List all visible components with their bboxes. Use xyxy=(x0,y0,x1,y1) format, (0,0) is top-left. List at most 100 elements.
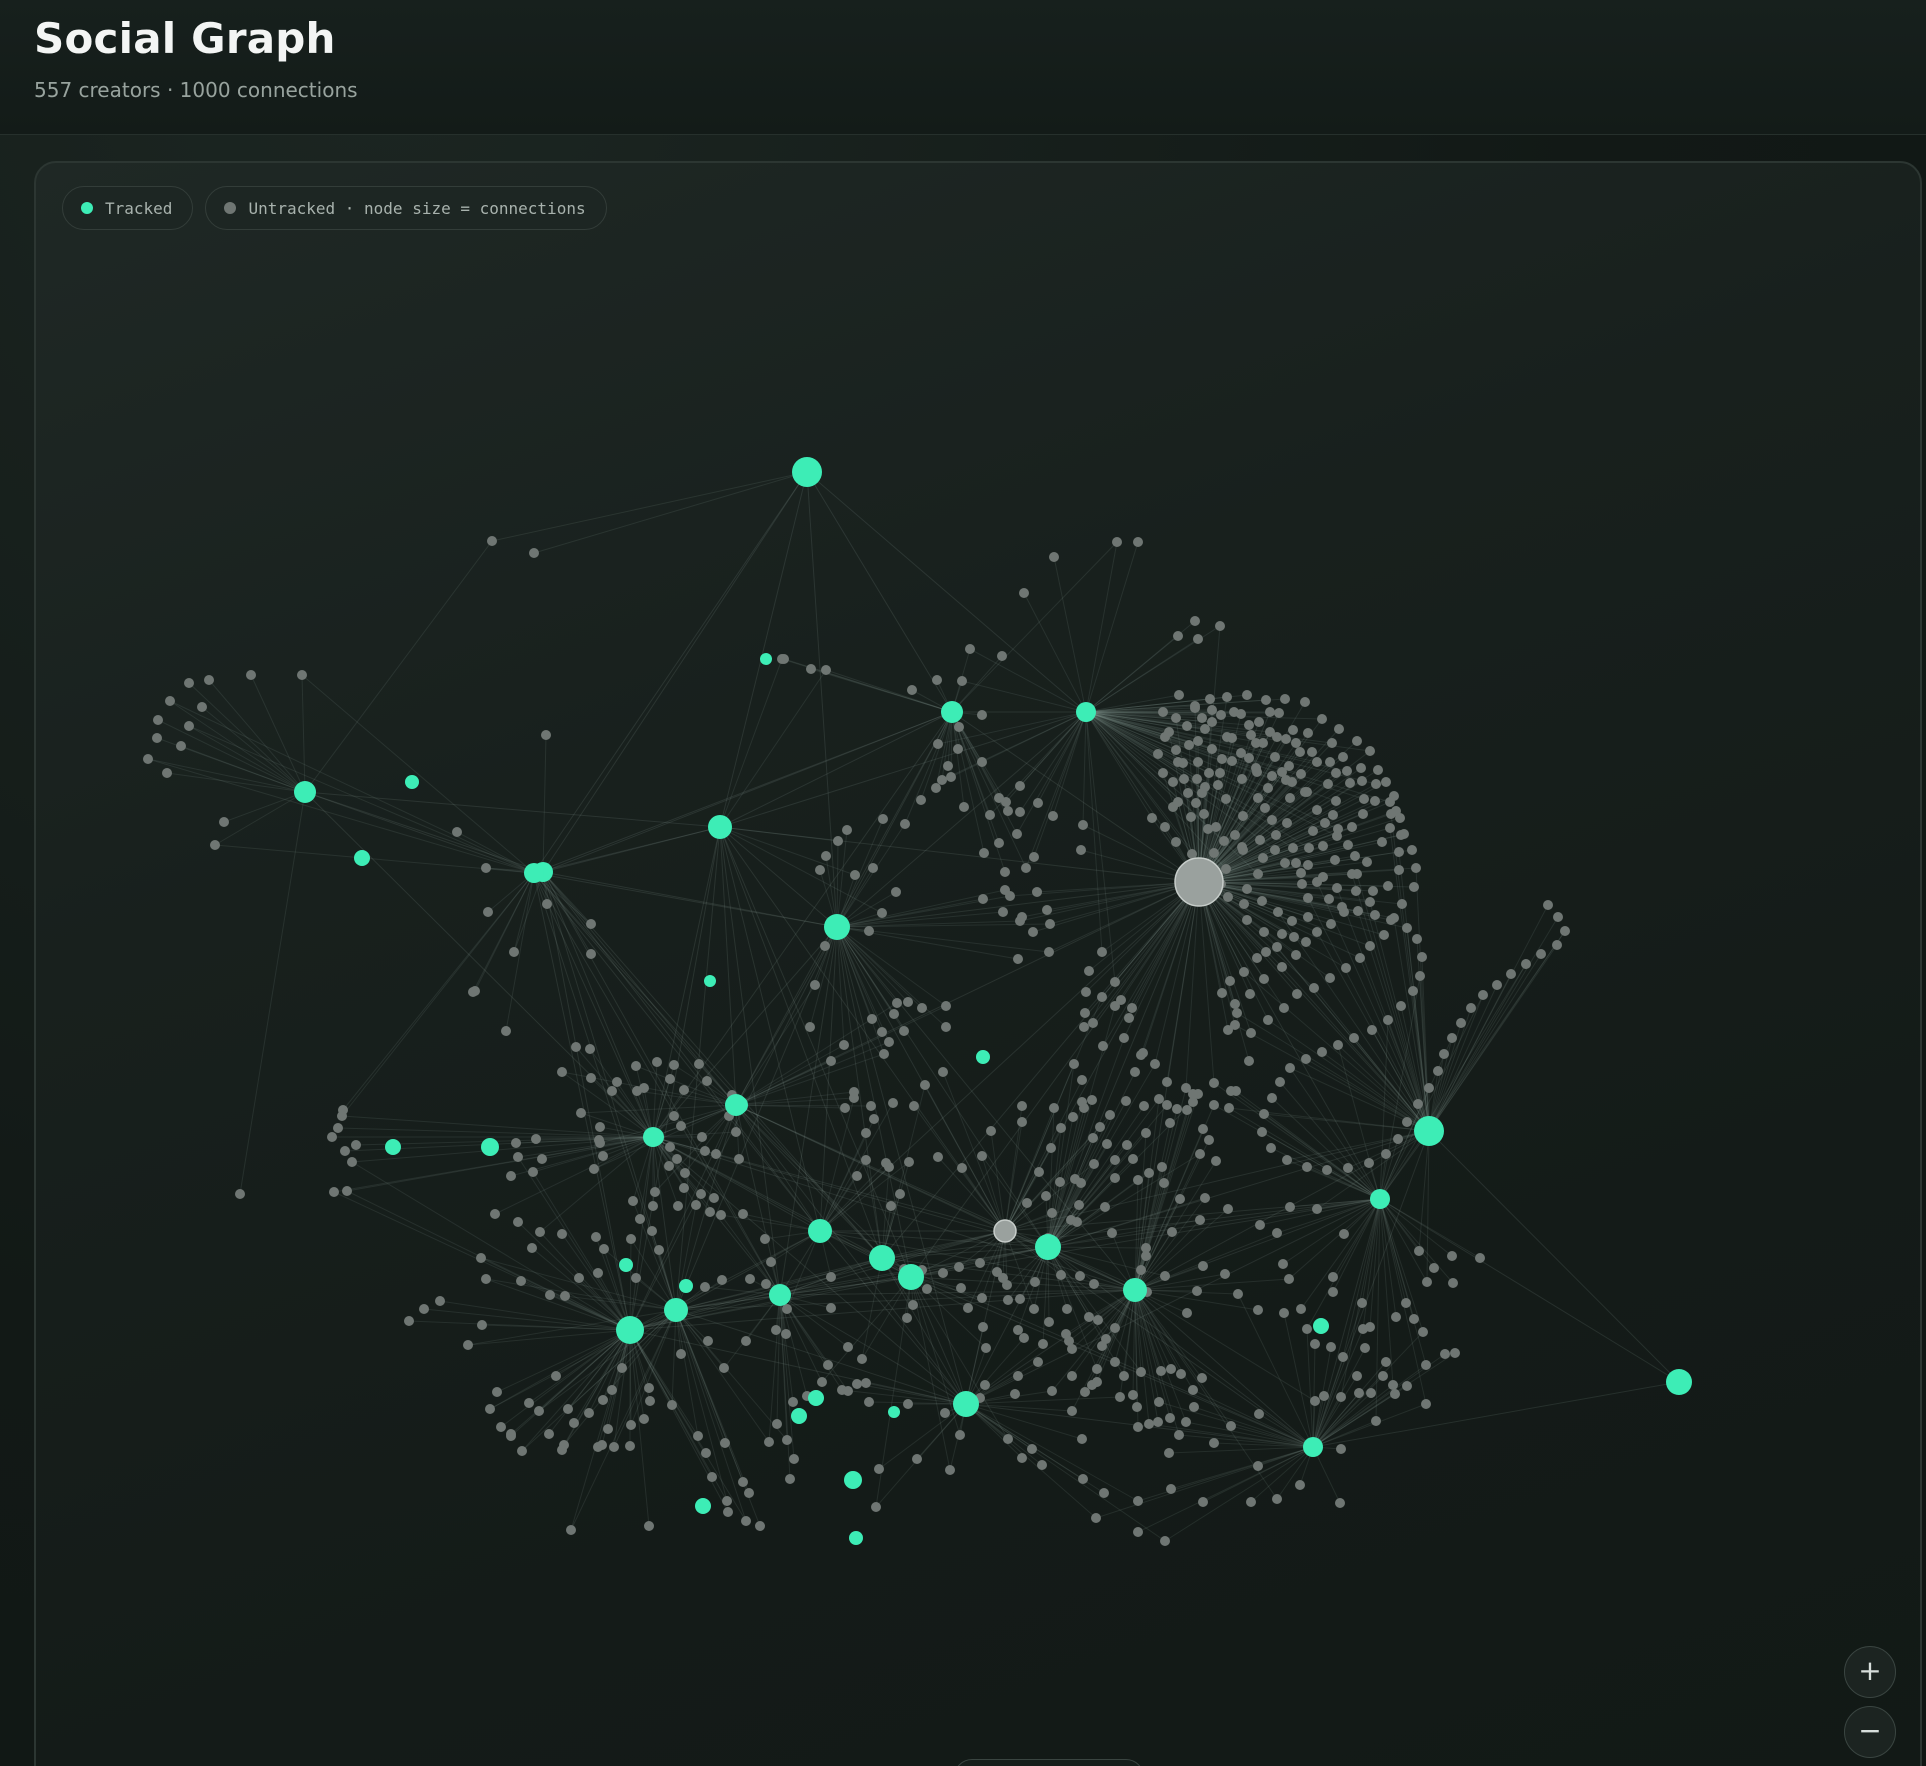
untracked-node[interactable] xyxy=(1360,1343,1370,1353)
untracked-node[interactable] xyxy=(719,1363,729,1373)
untracked-node[interactable] xyxy=(1345,778,1355,788)
untracked-node[interactable] xyxy=(1182,721,1192,731)
untracked-node[interactable] xyxy=(943,761,953,771)
untracked-node[interactable] xyxy=(1365,897,1375,907)
untracked-node[interactable] xyxy=(1447,1033,1457,1043)
untracked-node[interactable] xyxy=(419,1304,429,1314)
tracked-node[interactable] xyxy=(695,1498,711,1514)
untracked-node[interactable] xyxy=(1095,1122,1105,1132)
untracked-node[interactable] xyxy=(1560,926,1570,936)
untracked-node[interactable] xyxy=(1267,1093,1277,1103)
tracked-node[interactable] xyxy=(769,1284,791,1306)
untracked-node[interactable] xyxy=(1166,1364,1176,1374)
untracked-node[interactable] xyxy=(878,814,888,824)
untracked-node[interactable] xyxy=(1097,1341,1107,1351)
untracked-node[interactable] xyxy=(626,1234,636,1244)
untracked-node[interactable] xyxy=(534,1406,544,1416)
untracked-node[interactable] xyxy=(902,1313,912,1323)
untracked-node[interactable] xyxy=(741,1336,751,1346)
untracked-node[interactable] xyxy=(1242,884,1252,894)
untracked-node[interactable] xyxy=(1190,616,1200,626)
untracked-node[interactable] xyxy=(1171,837,1181,847)
untracked-node[interactable] xyxy=(342,1186,352,1196)
untracked-node[interactable] xyxy=(340,1146,350,1156)
untracked-node[interactable] xyxy=(1327,738,1337,748)
untracked-node[interactable] xyxy=(1002,1280,1012,1290)
untracked-node[interactable] xyxy=(1244,720,1254,730)
untracked-node[interactable] xyxy=(1231,1086,1241,1096)
untracked-node[interactable] xyxy=(1084,1312,1094,1322)
untracked-node[interactable] xyxy=(1414,1246,1424,1256)
untracked-node[interactable] xyxy=(916,795,926,805)
untracked-node[interactable] xyxy=(1336,1392,1346,1402)
untracked-node[interactable] xyxy=(1110,1323,1120,1333)
untracked-node[interactable] xyxy=(1356,763,1366,773)
untracked-node[interactable] xyxy=(1288,725,1298,735)
untracked-node[interactable] xyxy=(1220,1269,1230,1279)
untracked-node[interactable] xyxy=(676,1121,686,1131)
untracked-node[interactable] xyxy=(766,1257,776,1267)
untracked-node[interactable] xyxy=(1338,1352,1348,1362)
untracked-node[interactable] xyxy=(1233,1289,1243,1299)
untracked-node[interactable] xyxy=(1029,1304,1039,1314)
untracked-node[interactable] xyxy=(1456,1018,1466,1028)
untracked-node[interactable] xyxy=(1553,912,1563,922)
untracked-node[interactable] xyxy=(1312,877,1322,887)
untracked-node[interactable] xyxy=(840,1103,850,1113)
untracked-node[interactable] xyxy=(1205,694,1215,704)
untracked-node[interactable] xyxy=(1097,992,1107,1002)
untracked-node[interactable] xyxy=(691,1200,701,1210)
untracked-node[interactable] xyxy=(1193,736,1203,746)
untracked-node[interactable] xyxy=(932,675,942,685)
untracked-node[interactable] xyxy=(1121,1096,1131,1106)
untracked-node[interactable] xyxy=(327,1132,337,1142)
untracked-node[interactable] xyxy=(210,840,220,850)
untracked-node[interactable] xyxy=(665,1074,675,1084)
untracked-node[interactable] xyxy=(537,1154,547,1164)
bottom-drawer-handle[interactable] xyxy=(954,1759,1144,1766)
untracked-node[interactable] xyxy=(1259,974,1269,984)
tracked-node[interactable] xyxy=(679,1279,693,1293)
untracked-node[interactable] xyxy=(1227,756,1237,766)
untracked-node[interactable] xyxy=(1466,1003,1476,1013)
untracked-node[interactable] xyxy=(1272,942,1282,952)
tracked-node[interactable] xyxy=(708,815,732,839)
untracked-node[interactable] xyxy=(1193,757,1203,767)
tracked-node[interactable] xyxy=(294,781,316,803)
untracked-node[interactable] xyxy=(761,1279,771,1289)
untracked-node[interactable] xyxy=(1312,1204,1322,1214)
untracked-node[interactable] xyxy=(1122,1140,1132,1150)
untracked-node[interactable] xyxy=(744,1488,754,1498)
untracked-node[interactable] xyxy=(1291,950,1301,960)
tracked-node[interactable] xyxy=(849,1531,863,1545)
tracked-node[interactable] xyxy=(808,1219,832,1243)
untracked-node[interactable] xyxy=(1119,1371,1129,1381)
untracked-node[interactable] xyxy=(1289,932,1299,942)
untracked-node[interactable] xyxy=(1032,887,1042,897)
untracked-node[interactable] xyxy=(945,1465,955,1475)
untracked-node[interactable] xyxy=(435,1296,445,1306)
untracked-node[interactable] xyxy=(1067,1344,1077,1354)
untracked-node[interactable] xyxy=(805,1022,815,1032)
untracked-node[interactable] xyxy=(593,1442,603,1452)
untracked-node[interactable] xyxy=(1056,1270,1066,1280)
untracked-node[interactable] xyxy=(1215,621,1225,631)
untracked-node[interactable] xyxy=(1242,690,1252,700)
untracked-node[interactable] xyxy=(1328,1272,1338,1282)
untracked-node[interactable] xyxy=(1199,809,1209,819)
tracked-node[interactable] xyxy=(1123,1278,1147,1302)
untracked-node[interactable] xyxy=(1158,768,1168,778)
untracked-node[interactable] xyxy=(1393,1134,1403,1144)
untracked-node[interactable] xyxy=(1381,1357,1391,1367)
untracked-node[interactable] xyxy=(1223,1204,1233,1214)
untracked-node[interactable] xyxy=(1253,869,1263,879)
untracked-node[interactable] xyxy=(595,1122,605,1132)
untracked-node[interactable] xyxy=(569,1418,579,1428)
untracked-node[interactable] xyxy=(1133,1175,1143,1185)
untracked-node[interactable] xyxy=(1257,896,1267,906)
untracked-node[interactable] xyxy=(557,1067,567,1077)
untracked-node[interactable] xyxy=(1261,947,1271,957)
untracked-node[interactable] xyxy=(476,1253,486,1263)
untracked-node[interactable] xyxy=(1116,995,1126,1005)
untracked-node[interactable] xyxy=(1156,1366,1166,1376)
